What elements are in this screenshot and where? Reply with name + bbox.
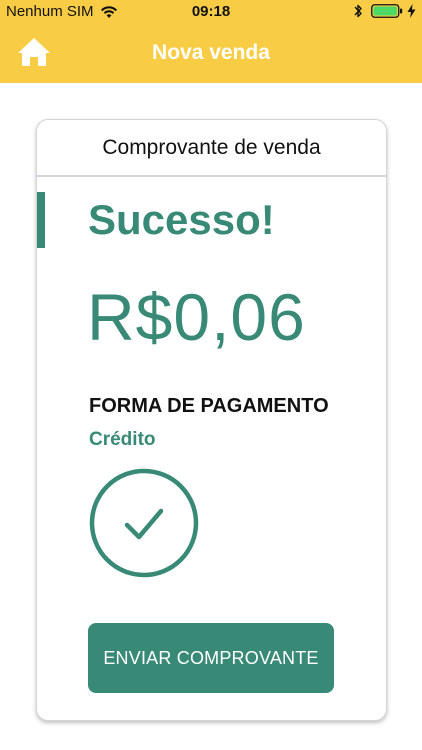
- sale-amount: R$0,06: [87, 280, 306, 354]
- send-receipt-button[interactable]: ENVIAR COMPROVANTE: [88, 623, 334, 693]
- payment-method-value: Crédito: [89, 429, 156, 450]
- app-header: Nenhum SIM 09:18 Nova venda: [0, 0, 422, 83]
- bluetooth-icon: [353, 3, 363, 19]
- status-indicators: [353, 3, 416, 19]
- charging-bolt-icon: [407, 4, 416, 18]
- page-title: Nova venda: [152, 41, 270, 64]
- navigation-bar: Nova venda: [0, 24, 422, 83]
- success-title: Sucesso!: [88, 196, 275, 243]
- battery-icon: [371, 4, 403, 18]
- payment-method-label: FORMA DE PAGAMENTO: [89, 395, 329, 417]
- check-circle-icon: [88, 467, 200, 579]
- success-accent-bar: [37, 192, 45, 248]
- receipt-header: Comprovante de venda: [37, 120, 386, 177]
- receipt-card: Comprovante de venda Sucesso! R$0,06 FOR…: [36, 119, 387, 721]
- status-bar: Nenhum SIM 09:18: [0, 0, 422, 24]
